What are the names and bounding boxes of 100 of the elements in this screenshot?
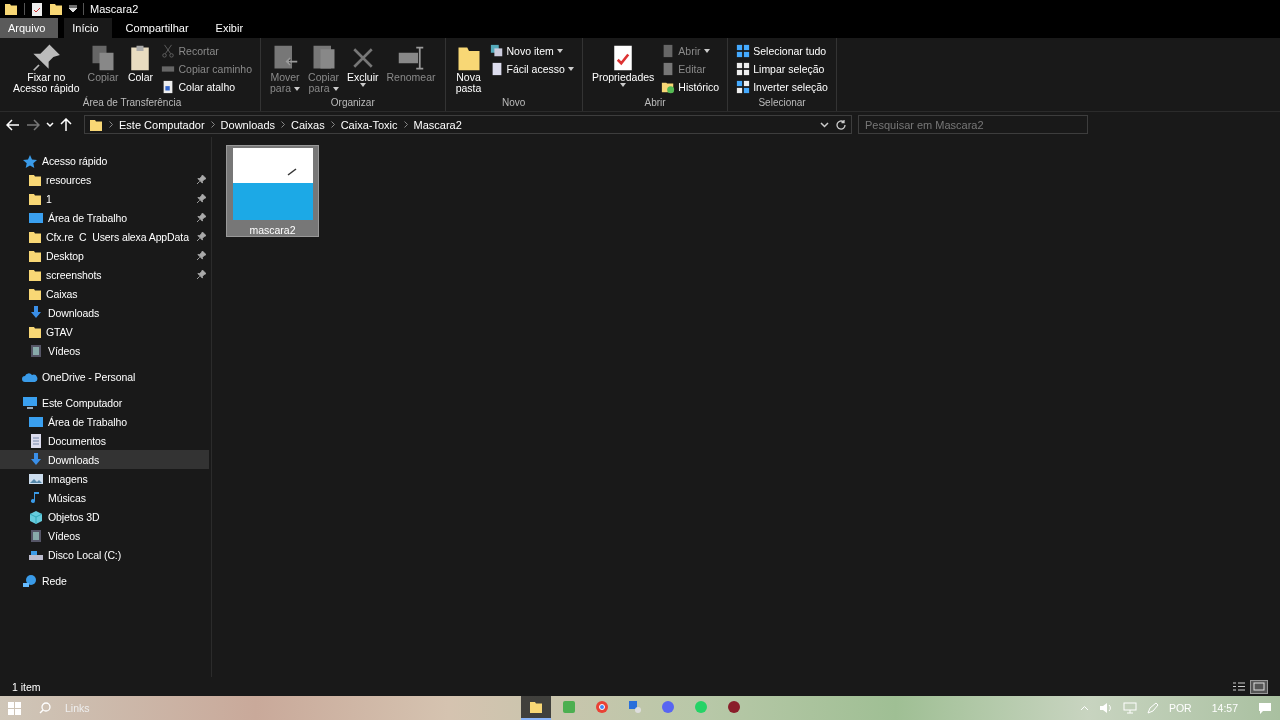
up-button[interactable] xyxy=(60,117,72,132)
cube-icon xyxy=(28,509,44,524)
sidebar-item[interactable]: OneDrive - Personal xyxy=(0,367,209,386)
sidebar-label: Downloads xyxy=(48,453,101,466)
sidebar-label: OneDrive - Personal xyxy=(42,370,137,383)
ribbon-button[interactable]: Excluir xyxy=(344,42,382,89)
ribbon-tab[interactable]: Início xyxy=(64,18,112,38)
ribbon-button[interactable]: Colar atalho xyxy=(159,78,255,95)
sidebar-label: Disco Local (C:) xyxy=(48,548,123,561)
breadcrumb[interactable]: Mascara2 xyxy=(413,118,462,131)
ribbon-tab[interactable]: Compartilhar xyxy=(117,18,202,38)
document-icon xyxy=(28,433,44,448)
clear-selection-icon xyxy=(736,61,751,76)
forward-button[interactable] xyxy=(26,118,40,131)
sidebar-label: Desktop xyxy=(46,249,85,262)
game-icon xyxy=(727,700,741,714)
search-placeholder: Links xyxy=(65,702,90,714)
sidebar-item[interactable]: Caixas xyxy=(0,284,209,303)
ribbon-button[interactable]: Nova pasta xyxy=(451,42,486,96)
sidebar-label: resources xyxy=(46,173,93,186)
pin-icon xyxy=(197,232,206,241)
file-menu-tab[interactable]: Arquivo xyxy=(0,18,59,38)
sidebar-item[interactable]: 1 xyxy=(0,189,209,208)
ribbon-tab[interactable]: Exibir xyxy=(207,18,257,38)
breadcrumb[interactable]: Caixa-Toxic xyxy=(340,118,398,131)
breadcrumb[interactable]: Este Computador xyxy=(119,118,205,131)
caret-icon xyxy=(359,83,366,87)
sidebar-item[interactable]: Cfx.re C Users alexa AppData xyxy=(0,227,209,246)
address-bar[interactable]: Este Computador Downloads Caixas Caixa-Toxic Mascara2 xyxy=(84,115,852,134)
ribbon-button[interactable]: Fácil acesso xyxy=(487,60,576,77)
sidebar-label: screenshots xyxy=(46,268,103,281)
pin-icon xyxy=(197,194,206,203)
caret-icon xyxy=(620,83,627,87)
item-count: 1 item xyxy=(12,680,41,693)
sidebar-item[interactable]: GTAV xyxy=(0,322,209,341)
file-name: mascara2 xyxy=(249,224,296,236)
invert-selection-icon xyxy=(736,79,751,94)
group-title: Área de Transferência xyxy=(81,97,183,110)
dropdown-caret-icon[interactable] xyxy=(69,5,77,13)
ribbon-button[interactable]: Selecionar tudo xyxy=(734,42,830,59)
taskbar-app-button[interactable] xyxy=(521,696,551,720)
caret-icon xyxy=(703,48,710,53)
sidebar-item[interactable]: Documentos xyxy=(0,431,209,450)
phone-chat-icon xyxy=(694,700,708,714)
dropdown-icon[interactable] xyxy=(820,121,829,128)
sidebar-item[interactable]: Disco Local (C:) xyxy=(0,545,209,564)
sidebar-item[interactable]: Vídeos xyxy=(0,526,209,545)
sidebar-item[interactable]: Área de Trabalho xyxy=(0,208,209,227)
sidebar-label: Músicas xyxy=(48,491,87,504)
file-tile[interactable]: mascara2 xyxy=(226,145,319,237)
sidebar-label: Este Computador xyxy=(42,396,124,409)
sidebar-item[interactable]: Imagens xyxy=(0,469,209,488)
pin-icon xyxy=(197,213,206,222)
pin-icon xyxy=(32,44,61,72)
sidebar-item[interactable]: Objetos 3D xyxy=(0,507,209,526)
details-view-button[interactable] xyxy=(1230,679,1248,694)
sidebar-item[interactable]: Este Computador xyxy=(0,393,209,412)
sidebar-item[interactable]: Vídeos xyxy=(0,341,209,360)
search-field[interactable]: Pesquisar em Mascara2 xyxy=(858,115,1088,134)
star-icon xyxy=(22,153,38,168)
folder-icon xyxy=(28,191,42,206)
ribbon-button[interactable]: Colar xyxy=(123,42,158,85)
image-icon xyxy=(28,471,44,486)
pin-icon xyxy=(197,251,206,260)
sidebar-item[interactable]: Downloads xyxy=(0,303,209,322)
caret-icon xyxy=(294,86,301,91)
breadcrumb[interactable]: Caixas xyxy=(291,118,325,131)
breadcrumb[interactable]: Downloads xyxy=(220,118,276,131)
sidebar-label: Área de Trabalho xyxy=(48,211,128,224)
sidebar-label: 1 xyxy=(46,192,53,205)
sidebar-item[interactable]: Acesso rápido xyxy=(0,151,209,170)
sidebar-item[interactable]: screenshots xyxy=(0,265,209,284)
caret-icon xyxy=(556,48,563,53)
search-icon xyxy=(39,702,51,714)
windows-start-icon[interactable] xyxy=(8,701,21,715)
sidebar-label: Documentos xyxy=(48,434,107,447)
back-button[interactable] xyxy=(6,118,20,131)
ribbon-button[interactable]: Limpar seleção xyxy=(734,60,830,77)
sidebar-item[interactable]: resources xyxy=(0,170,209,189)
sidebar-item[interactable]: Músicas xyxy=(0,488,209,507)
ribbon-button[interactable]: Fixar no Acesso rápido xyxy=(10,42,83,96)
sidebar-item[interactable]: Área de Trabalho xyxy=(0,412,209,431)
chat-app-icon xyxy=(661,700,675,714)
properties-icon xyxy=(31,2,43,16)
select-all-icon xyxy=(736,43,751,58)
sidebar-item[interactable]: Desktop xyxy=(0,246,209,265)
app-icon xyxy=(562,700,576,714)
ribbon-button[interactable]: Histórico xyxy=(659,78,722,95)
ribbon-button[interactable]: Propriedades xyxy=(588,42,658,89)
sidebar-label: Área de Trabalho xyxy=(48,415,128,428)
pin-icon xyxy=(197,175,206,184)
large-icons-view-button[interactable] xyxy=(1250,679,1268,694)
ribbon-button[interactable]: Inverter seleção xyxy=(734,78,830,95)
download-arrow-icon xyxy=(28,452,44,467)
sidebar-item[interactable]: Rede xyxy=(0,571,209,590)
ribbon-button[interactable]: Novo item xyxy=(487,42,576,59)
refresh-icon[interactable] xyxy=(835,118,847,131)
sidebar-item[interactable]: Downloads xyxy=(0,450,209,469)
caret-icon xyxy=(332,86,339,91)
recent-locations-button[interactable] xyxy=(46,121,54,128)
